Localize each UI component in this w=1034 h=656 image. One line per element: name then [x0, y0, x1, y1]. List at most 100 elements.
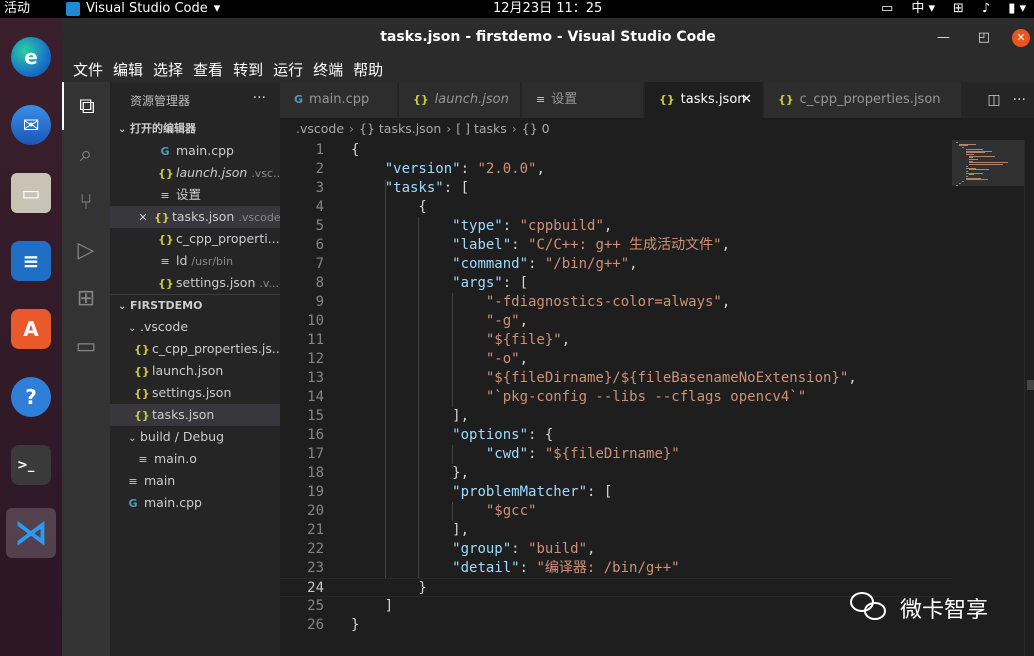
extensions-icon[interactable]: ⊞ [62, 274, 110, 322]
code-line[interactable]: 10 "-g", [280, 312, 952, 331]
tree-file[interactable]: {} settings.json [110, 382, 280, 404]
breadcrumb-item[interactable]: [ ] tasks [456, 121, 507, 136]
code-text: "${fileDirname}/${fileBasenameNoExtensio… [485, 370, 857, 386]
tab-settings[interactable]: ≡ 设置 [522, 82, 644, 118]
code-line[interactable]: 3 "tasks": [ [280, 179, 952, 198]
code-line[interactable]: 5 "type": "cppbuild", [280, 217, 952, 236]
maximize-icon[interactable]: ◰ [978, 30, 990, 45]
code-text: "label": "C/C++: g++ 生成活动文件", [452, 237, 731, 253]
dock-help[interactable]: ? [6, 372, 56, 422]
code-line[interactable]: 22 "group": "build", [280, 540, 952, 559]
activities-button[interactable]: 活动 [4, 0, 30, 18]
code-line[interactable]: 8 "args": [ [280, 274, 952, 293]
source-control-icon[interactable]: ⑂ [62, 178, 110, 226]
code-line[interactable]: 7 "command": "/bin/g++", [280, 255, 952, 274]
tree-file[interactable]: {} launch.json [110, 360, 280, 382]
editor-scrollbar[interactable] [1024, 140, 1034, 656]
network-icon[interactable]: ⊞ [953, 0, 964, 18]
volume-icon[interactable]: ♪ [982, 0, 990, 18]
tree-folder[interactable]: ⌄ build / Debug [110, 426, 280, 448]
code-line[interactable]: 20 "$gcc" [280, 502, 952, 521]
menu-file[interactable]: 文件 [68, 58, 108, 82]
dock-software[interactable]: A [6, 304, 56, 354]
tab-c-cpp-properties[interactable]: {} c_cpp_properties.json [764, 82, 962, 118]
code-line[interactable]: 17 "cwd": "${fileDirname}" [280, 445, 952, 464]
split-editor-icon[interactable]: ◫ [987, 92, 1000, 108]
code-editor[interactable]: 1{2 "version": "2.0.0", 3 "tasks": [4 {5 … [280, 140, 952, 656]
scrollbar-thumb[interactable] [1027, 380, 1034, 390]
tree-file[interactable]: ≡ main.o [110, 448, 280, 470]
close-icon[interactable]: ✕ [741, 82, 752, 118]
menu-terminal[interactable]: 终端 [308, 58, 348, 82]
code-line[interactable]: 12 "-o", [280, 350, 952, 369]
open-editor-item[interactable]: {}launch.json.vsc... [110, 162, 280, 184]
menu-help[interactable]: 帮助 [348, 58, 388, 82]
run-debug-icon[interactable]: ▷ [62, 226, 110, 274]
code-line[interactable]: 15 ], [280, 407, 952, 426]
project-header[interactable]: ⌄ FIRSTDEMO [110, 294, 280, 316]
menu-view[interactable]: 查看 [188, 58, 228, 82]
menu-edit[interactable]: 编辑 [108, 58, 148, 82]
search-icon[interactable]: ⌕ [62, 130, 110, 178]
open-editor-item[interactable]: {} c_cpp_properti... [110, 228, 280, 250]
open-editors-header[interactable]: ⌄ 打开的编辑器 [110, 118, 280, 140]
code-line[interactable]: 16 "options": { [280, 426, 952, 445]
more-actions-icon[interactable]: ··· [1013, 92, 1026, 108]
line-number: 12 [307, 351, 324, 367]
minimap[interactable] [952, 140, 1034, 656]
code-line[interactable]: 23 "detail": "编译器: /bin/g++" [280, 559, 952, 578]
code-line[interactable]: 9 "-fdiagnostics-color=always", [280, 293, 952, 312]
clock[interactable]: 12月23日 11：25 [493, 0, 602, 18]
battery-icon[interactable]: ▮ ▾ [1008, 0, 1026, 18]
breadcrumb-item[interactable]: {} tasks.json [359, 121, 441, 136]
dock-thunderbird[interactable]: ✉ [6, 100, 56, 150]
code-line[interactable]: 4 { [280, 198, 952, 217]
close-icon[interactable]: ✕ [136, 207, 150, 228]
code-line[interactable]: 2 "version": "2.0.0", [280, 160, 952, 179]
code-line[interactable]: 14 "`pkg-config --libs --cflags opencv4`… [280, 388, 952, 407]
menu-selection[interactable]: 选择 [148, 58, 188, 82]
open-editor-item[interactable]: ≡ 设置 [110, 184, 280, 206]
watermark: 微卡智享 [850, 592, 988, 624]
tree-file-active[interactable]: {} tasks.json [110, 404, 280, 426]
code-line[interactable]: 18 }, [280, 464, 952, 483]
more-actions-icon[interactable]: ··· [253, 90, 266, 106]
open-editor-item[interactable]: Gmain.cpp [110, 140, 280, 162]
code-line[interactable]: 1{ [280, 141, 952, 160]
input-method[interactable]: 中 ▾ [911, 0, 935, 18]
code-line[interactable]: 6 "label": "C/C++: g++ 生成活动文件", [280, 236, 952, 255]
code-line[interactable]: 13 "${fileDirname}/${fileBasenameNoExten… [280, 369, 952, 388]
tab-launch-json[interactable]: {} launch.json [399, 82, 521, 118]
open-editor-item[interactable]: ≡ ld/usr/bin [110, 250, 280, 272]
dock-writer[interactable]: ≡ [6, 236, 56, 286]
menu-go[interactable]: 转到 [228, 58, 268, 82]
line-number: 9 [315, 294, 324, 310]
breadcrumb-item[interactable]: {} 0 [522, 121, 550, 136]
explorer-icon[interactable]: ⧉ [62, 82, 110, 130]
code-text: "detail": "编译器: /bin/g++" [452, 560, 680, 576]
tree-folder[interactable]: ⌄ .vscode [110, 316, 280, 338]
menu-run[interactable]: 运行 [268, 58, 308, 82]
system-tray[interactable]: ▭ 中 ▾ ⊞ ♪ ▮ ▾ [881, 0, 1026, 18]
close-icon[interactable]: ✕ [1012, 29, 1030, 47]
dock-edge[interactable]: e [6, 32, 56, 82]
tree-file[interactable]: {} c_cpp_properties.js... [110, 338, 280, 360]
remote-explorer-icon[interactable]: ▭ [62, 322, 110, 370]
dock-files[interactable]: ▭ [6, 168, 56, 218]
code-line[interactable]: 11 "${file}", [280, 331, 952, 350]
tree-file[interactable]: ≡ main [110, 470, 280, 492]
open-editor-item-active[interactable]: ✕{} tasks.json .vscode [110, 206, 280, 228]
code-line[interactable]: 19 "problemMatcher": [ [280, 483, 952, 502]
tab-main-cpp[interactable]: Gmain.cpp [280, 82, 398, 118]
dock-terminal[interactable]: >_ [6, 440, 56, 490]
code-line[interactable]: 21 ], [280, 521, 952, 540]
open-editor-item[interactable]: {} settings.json .v... [110, 272, 280, 294]
minimize-icon[interactable]: — [937, 30, 950, 45]
dock-vscode[interactable]: ⋊ [6, 508, 56, 558]
breadcrumb-item[interactable]: .vscode [296, 121, 344, 136]
line-number: 16 [307, 427, 324, 443]
tab-tasks-json[interactable]: {} tasks.json ✕ [645, 82, 763, 118]
tray-box-icon[interactable]: ▭ [881, 0, 893, 18]
app-menu[interactable]: Visual Studio Code ▾ [66, 0, 220, 18]
tree-file[interactable]: Gmain.cpp [110, 492, 280, 514]
